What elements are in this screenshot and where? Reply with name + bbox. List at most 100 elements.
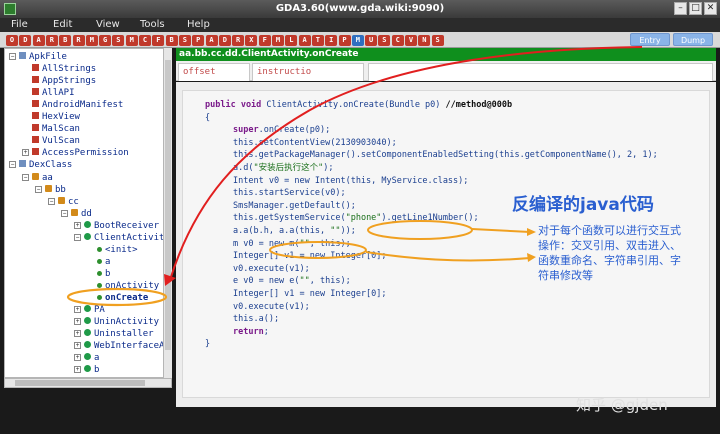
toolbar-button[interactable]: A <box>32 35 45 46</box>
collapse-icon[interactable]: − <box>22 173 29 181</box>
expand-icon[interactable]: + <box>74 354 81 362</box>
expand-icon[interactable]: + <box>74 366 81 374</box>
toolbar-button[interactable]: S <box>178 35 191 46</box>
menu-file[interactable]: File <box>11 19 28 30</box>
collapse-icon[interactable]: − <box>35 185 42 193</box>
expand-icon[interactable]: + <box>74 221 81 229</box>
toolbar-button[interactable]: A <box>298 35 311 46</box>
code-line[interactable]: this.startService(v0); <box>233 187 346 199</box>
code-line[interactable]: } <box>205 338 210 350</box>
tree-node[interactable]: + PA <box>74 304 105 316</box>
tree-node-label[interactable]: cc <box>68 197 79 207</box>
toolbar-button[interactable]: L <box>285 35 298 46</box>
tree-node[interactable]: − cc <box>48 196 79 208</box>
menu-tools[interactable]: Tools <box>140 19 165 30</box>
tree-node[interactable]: b <box>87 268 110 280</box>
tree-node-label[interactable]: AccessPermission <box>42 148 129 158</box>
toolbar-button[interactable]: I <box>325 35 338 46</box>
close-button[interactable]: ✕ <box>704 2 717 15</box>
tree-node[interactable]: AndroidManifest <box>22 99 123 111</box>
toolbar-button[interactable]: R <box>45 35 58 46</box>
tree-node[interactable]: onActivity <box>87 280 159 292</box>
tree-node[interactable]: − aa <box>22 172 53 184</box>
toolbar-button[interactable]: M <box>272 35 284 46</box>
tree-node[interactable]: AllStrings <box>22 63 96 75</box>
tree-node[interactable]: − ClientActivit <box>74 232 164 244</box>
code-line[interactable]: this.getPackageManager().setComponentEna… <box>233 149 658 161</box>
collapse-icon[interactable]: − <box>48 197 55 205</box>
class-tree[interactable]: − ApkFile AllStrings AppStrings AllAPI Androi… <box>4 48 172 378</box>
code-line[interactable]: SmsManager.getDefault(); <box>233 200 356 212</box>
code-line[interactable]: public void ClientActivity.onCreate(Bund… <box>205 99 512 111</box>
tab-instruction[interactable]: instructio <box>252 63 364 81</box>
menu-view[interactable]: View <box>96 19 120 30</box>
tree-node-label[interactable]: onActivity <box>105 281 159 291</box>
tree-node-label[interactable]: b <box>105 269 110 279</box>
tree-node[interactable]: + a <box>74 352 99 364</box>
tree-node-label[interactable]: Uninstaller <box>94 329 154 339</box>
expand-icon[interactable]: + <box>74 342 81 350</box>
toolbar-button[interactable]: P <box>338 35 351 46</box>
maximize-button[interactable]: □ <box>689 2 702 15</box>
tree-node[interactable]: + BootReceiver <box>74 220 159 232</box>
code-line[interactable]: e v0 = new e("", this); <box>233 275 351 287</box>
toolbar-button[interactable]: S <box>431 35 444 46</box>
toolbar-button[interactable]: C <box>139 35 151 46</box>
tree-node[interactable]: a <box>87 256 110 268</box>
code-line[interactable]: this.a(); <box>233 313 279 325</box>
code-line[interactable]: v0.execute(v1); <box>233 263 310 275</box>
tree-node-label[interactable]: VulScan <box>42 136 80 146</box>
code-line[interactable]: m v0 = new m("", this); <box>233 238 351 250</box>
toolbar-button[interactable]: F <box>258 35 271 46</box>
toolbar-button[interactable]: M <box>125 35 138 46</box>
tree-node[interactable]: + b <box>74 364 99 376</box>
toolbar-button[interactable]: U <box>365 35 378 46</box>
collapse-icon[interactable]: − <box>9 53 16 60</box>
tree-node-label[interactable]: BootReceiver <box>94 221 159 231</box>
toolbar-button[interactable]: B <box>165 35 178 46</box>
tree-node[interactable]: AppStrings <box>22 75 96 87</box>
tree-horizontal-scrollbar[interactable] <box>4 378 172 388</box>
tree-node-label[interactable]: HexView <box>42 112 80 122</box>
toolbar-button[interactable]: R <box>232 35 245 46</box>
code-line[interactable]: this.getSystemService("phone").getLine1N… <box>233 212 479 224</box>
tree-node[interactable]: − DexClass <box>9 159 72 171</box>
tree-node-label[interactable]: AndroidManifest <box>42 100 123 110</box>
toolbar-button[interactable]: F <box>152 35 165 46</box>
tree-node[interactable]: onCreate <box>87 292 149 304</box>
tree-node[interactable]: VulScan <box>22 135 80 147</box>
toolbar-button[interactable]: B <box>59 35 72 46</box>
entry-button[interactable]: Entry <box>630 33 670 46</box>
code-line[interactable]: v0.execute(v1); <box>233 301 310 313</box>
toolbar-button[interactable]: D <box>19 35 32 46</box>
tab-empty[interactable] <box>368 63 713 81</box>
toolbar-button[interactable]: T <box>311 35 324 46</box>
menu-edit[interactable]: Edit <box>53 19 72 30</box>
tree-node-label[interactable]: bb <box>55 185 66 195</box>
scroll-thumb[interactable] <box>15 380 145 386</box>
tree-vertical-scrollbar[interactable] <box>163 48 172 378</box>
tab-offset[interactable]: offset <box>178 63 250 81</box>
tree-node[interactable]: AllAPI <box>22 87 75 99</box>
menu-help[interactable]: Help <box>187 19 210 30</box>
tree-node[interactable]: MalScan <box>22 123 80 135</box>
collapse-icon[interactable]: − <box>74 233 81 241</box>
tree-node[interactable]: + AccessPermission <box>22 147 129 159</box>
dump-button[interactable]: Dump <box>673 33 713 46</box>
toolbar-button[interactable]: N <box>418 35 431 46</box>
collapse-icon[interactable]: − <box>61 209 68 217</box>
code-line[interactable]: Integer[] v1 = new Integer[0]; <box>233 288 387 300</box>
code-line[interactable]: { <box>205 112 210 124</box>
tree-node-label[interactable]: a <box>105 257 110 267</box>
tree-node-label[interactable]: b <box>94 365 99 375</box>
tree-node-label[interactable]: aa <box>42 173 53 183</box>
tree-node-label[interactable]: AppStrings <box>42 76 96 86</box>
tree-node-label[interactable]: dd <box>81 209 92 219</box>
toolbar-button[interactable]: M <box>351 35 364 46</box>
tree-node-label[interactable]: UninActivity <box>94 317 159 327</box>
tree-node-label[interactable]: MalScan <box>42 124 80 134</box>
expand-icon[interactable]: + <box>74 318 81 326</box>
code-line[interactable]: return; <box>233 326 269 338</box>
tree-node[interactable]: + UninActivity <box>74 316 159 328</box>
code-line[interactable]: Integer[] v1 = new Integer[0]; <box>233 250 387 262</box>
